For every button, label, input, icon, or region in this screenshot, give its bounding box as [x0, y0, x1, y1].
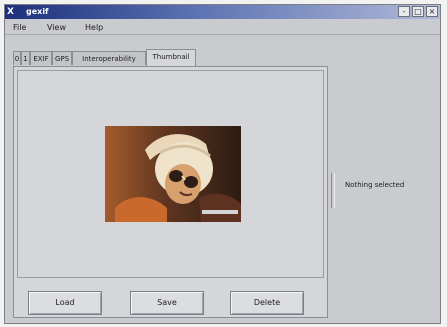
window-controls: - □ × — [398, 6, 438, 18]
title-bar[interactable]: X gexif - □ × — [5, 5, 440, 19]
thumbnail-panel: Load Save Delete — [13, 66, 328, 318]
pane-splitter[interactable] — [330, 66, 335, 318]
tab-exif[interactable]: EXIF — [30, 51, 52, 65]
tab-0[interactable]: 0 — [13, 51, 21, 65]
x-window-icon: X — [7, 7, 14, 17]
menu-help[interactable]: Help — [85, 22, 103, 33]
save-button[interactable]: Save — [130, 291, 204, 315]
photo-thumbnail-graphic — [105, 126, 241, 222]
tab-gps[interactable]: GPS — [52, 51, 72, 65]
minimize-icon[interactable]: - — [398, 6, 410, 17]
splitter-grip[interactable] — [331, 173, 335, 208]
selection-status: Nothing selected — [345, 181, 405, 189]
tab-interoperability[interactable]: Interoperability — [72, 51, 146, 65]
close-icon[interactable]: × — [426, 6, 438, 17]
tab-1[interactable]: 1 — [21, 51, 30, 65]
load-button[interactable]: Load — [28, 291, 102, 315]
menu-view[interactable]: View — [47, 22, 66, 33]
menu-bar: File View Help — [5, 20, 440, 35]
thumbnail-frame — [17, 70, 324, 278]
delete-button[interactable]: Delete — [230, 291, 304, 315]
window-title: gexif — [26, 7, 49, 16]
photo-thumbnail-image — [105, 126, 241, 222]
maximize-icon[interactable]: □ — [412, 6, 424, 17]
tab-thumbnail[interactable]: Thumbnail — [146, 49, 196, 66]
menu-file[interactable]: File — [13, 22, 26, 33]
